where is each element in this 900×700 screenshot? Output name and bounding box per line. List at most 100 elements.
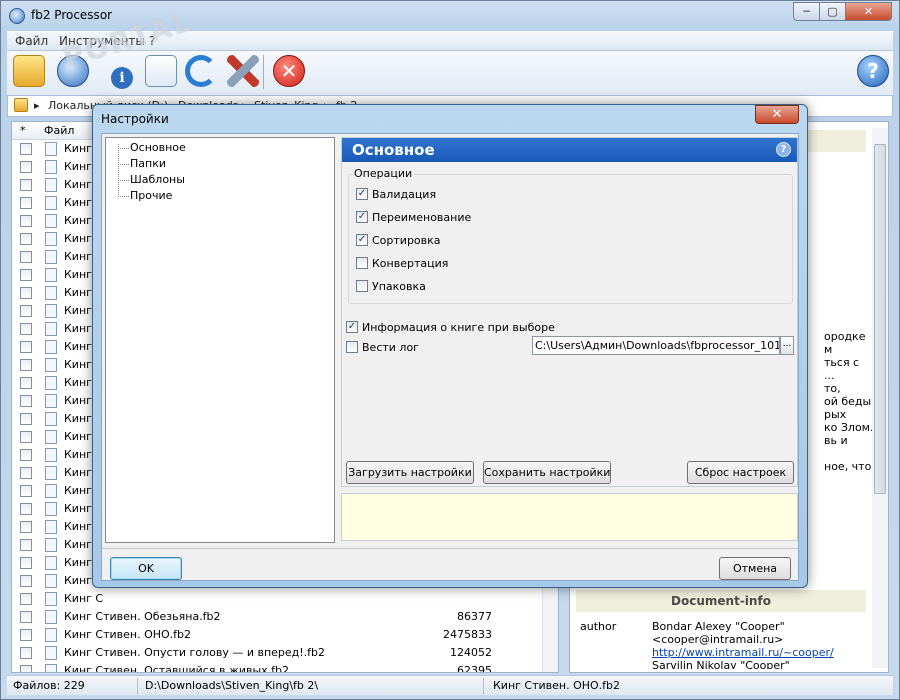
row-checkbox[interactable] xyxy=(20,485,32,497)
row-checkbox[interactable] xyxy=(20,179,32,191)
book-info-checkbox[interactable]: ✓ xyxy=(346,321,358,333)
row-checkbox[interactable] xyxy=(20,143,32,155)
file-name: Кинг Стивен. Обезьяна.fb2 xyxy=(64,610,221,623)
row-checkbox[interactable] xyxy=(20,557,32,569)
row-checkbox[interactable] xyxy=(20,377,32,389)
tree-item-other[interactable]: Прочие xyxy=(130,189,172,202)
row-checkbox[interactable] xyxy=(20,341,32,353)
table-row[interactable]: Кинг Стивен. ОНО.fb2 2475833 xyxy=(12,626,542,644)
row-checkbox[interactable] xyxy=(20,665,32,672)
operation-label: Переименование xyxy=(372,211,472,224)
operation-checkbox[interactable] xyxy=(356,280,368,292)
stop-icon[interactable]: ✕ xyxy=(273,55,305,87)
table-row[interactable]: Кинг С xyxy=(12,590,542,608)
row-checkbox[interactable] xyxy=(20,449,32,461)
refresh-icon[interactable] xyxy=(185,55,217,87)
row-checkbox[interactable] xyxy=(20,233,32,245)
file-name: Кинг Стивен. Оставшийся в живых.fb2 xyxy=(64,664,290,672)
operation-checkbox[interactable]: ✓ xyxy=(356,188,368,200)
row-checkbox[interactable] xyxy=(20,251,32,263)
help-icon[interactable]: ? xyxy=(857,55,889,87)
fb2-file-icon xyxy=(45,304,57,318)
row-checkbox[interactable] xyxy=(20,575,32,587)
fb2-file-icon xyxy=(45,520,57,534)
row-checkbox[interactable] xyxy=(20,269,32,281)
operation-checkbox[interactable]: ✓ xyxy=(356,211,368,223)
row-checkbox[interactable] xyxy=(20,323,32,335)
dialog-title: Настройки xyxy=(101,112,169,126)
fb2-file-icon xyxy=(45,628,57,642)
row-checkbox[interactable] xyxy=(20,161,32,173)
fb2-file-icon xyxy=(45,160,57,174)
status-path: D:\Downloads\Stiven_King\fb 2\ xyxy=(145,679,319,692)
open-folder-icon[interactable] xyxy=(13,55,45,87)
column-name-header[interactable]: Файл xyxy=(44,124,74,137)
breadcrumb-sep: ▸ xyxy=(34,99,40,112)
row-checkbox[interactable] xyxy=(20,305,32,317)
log-browse-button[interactable]: ... xyxy=(780,336,794,355)
log-path-input[interactable]: C:\Users\Админ\Downloads\fbprocessor_101… xyxy=(532,336,780,355)
dialog-footer-divider xyxy=(102,548,798,549)
fb2-file-icon xyxy=(45,412,57,426)
file-size: 124052 xyxy=(450,646,492,659)
operation-checkbox[interactable] xyxy=(356,257,368,269)
annotation-line: рых xyxy=(824,408,847,421)
dialog-close-button[interactable]: ✕ xyxy=(755,105,799,124)
menu-file[interactable]: Файл xyxy=(15,34,48,48)
save-settings-button[interactable]: Сохранить настройки xyxy=(483,461,611,484)
author-link[interactable]: http://www.intramail.ru/~cooper/ xyxy=(652,646,834,659)
row-checkbox[interactable] xyxy=(20,521,32,533)
row-checkbox[interactable] xyxy=(20,431,32,443)
info-icon[interactable]: i xyxy=(111,67,133,89)
fb2-file-icon xyxy=(45,610,57,624)
row-checkbox[interactable] xyxy=(20,647,32,659)
annotation-line: ное, что xyxy=(824,460,872,473)
table-row[interactable]: Кинг Стивен. Оставшийся в живых.fb2 62395 xyxy=(12,662,542,672)
tree-item-main[interactable]: Основное xyxy=(130,141,186,154)
fb2-file-icon xyxy=(45,178,57,192)
tree-line xyxy=(118,144,119,195)
table-row[interactable]: Кинг Стивен. Опусти голову — и вперед!.f… xyxy=(12,644,542,662)
row-checkbox[interactable] xyxy=(20,359,32,371)
row-checkbox[interactable] xyxy=(20,467,32,479)
annotation-line: м xyxy=(824,343,833,356)
row-checkbox[interactable] xyxy=(20,629,32,641)
row-checkbox[interactable] xyxy=(20,395,32,407)
list-icon[interactable] xyxy=(145,55,177,87)
ok-button[interactable]: OK xyxy=(110,557,182,580)
row-checkbox[interactable] xyxy=(20,215,32,227)
row-checkbox[interactable] xyxy=(20,539,32,551)
tree-item-templates[interactable]: Шаблоны xyxy=(130,173,185,186)
row-checkbox[interactable] xyxy=(20,197,32,209)
maximize-button[interactable]: ▢ xyxy=(819,2,846,21)
status-file-count: Файлов: 229 xyxy=(13,679,85,692)
status-separator xyxy=(483,678,484,694)
toolbar-separator xyxy=(263,55,264,89)
row-checkbox[interactable] xyxy=(20,413,32,425)
fb2-file-icon xyxy=(45,250,57,264)
load-settings-button[interactable]: Загрузить настройки xyxy=(346,461,474,484)
toolbar: i ✕ ? xyxy=(7,51,893,95)
operation-checkbox[interactable]: ✓ xyxy=(356,234,368,246)
cancel-button[interactable]: Отмена xyxy=(719,557,791,580)
annotation-line: ко Злом. xyxy=(824,421,874,434)
info-scroll-thumb[interactable] xyxy=(874,144,886,494)
fb2-file-icon xyxy=(45,466,57,480)
status-current-file: Кинг Стивен. ОНО.fb2 xyxy=(493,679,621,692)
column-check-header[interactable]: * xyxy=(20,124,26,137)
table-row[interactable]: Кинг Стивен. Обезьяна.fb2 86377 xyxy=(12,608,542,626)
close-button[interactable]: ✕ xyxy=(845,2,892,21)
fb2-file-icon xyxy=(45,394,57,408)
row-checkbox[interactable] xyxy=(20,593,32,605)
fb2-file-icon xyxy=(45,268,57,282)
fb2-file-icon xyxy=(45,232,57,246)
tools-icon[interactable] xyxy=(227,55,259,87)
row-checkbox[interactable] xyxy=(20,503,32,515)
reset-settings-button[interactable]: Сброс настроек xyxy=(687,461,794,484)
log-checkbox[interactable] xyxy=(346,341,358,353)
row-checkbox[interactable] xyxy=(20,287,32,299)
row-checkbox[interactable] xyxy=(20,611,32,623)
app-icon xyxy=(9,8,25,24)
minimize-button[interactable]: ─ xyxy=(793,2,820,21)
tree-item-folders[interactable]: Папки xyxy=(130,157,166,170)
